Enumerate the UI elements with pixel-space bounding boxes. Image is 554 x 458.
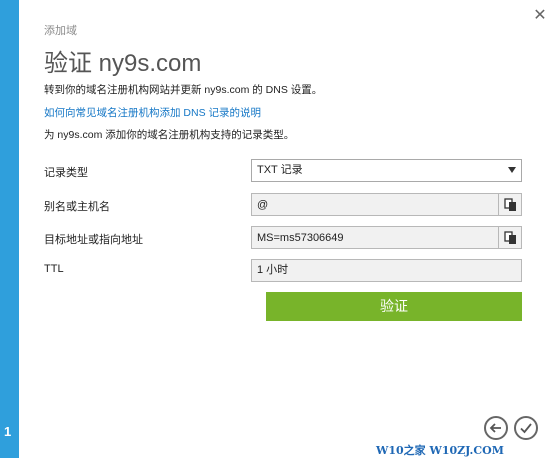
dropdown-arrow-icon — [508, 167, 516, 173]
page-title: 验证 ny9s.com — [44, 50, 202, 77]
checkmark-icon — [520, 423, 532, 434]
confirm-button[interactable] — [514, 416, 538, 440]
record-type-value: TXT 记录 — [257, 164, 303, 176]
back-arrow-icon — [489, 423, 501, 433]
copy-icon — [504, 198, 516, 211]
copy-icon — [504, 231, 516, 244]
copy-target-button[interactable] — [499, 226, 522, 249]
close-button[interactable]: ✕ — [532, 8, 548, 24]
ttl-label: TTL — [44, 263, 64, 275]
record-type-select[interactable]: TXT 记录 — [251, 159, 522, 182]
copy-alias-button[interactable] — [499, 193, 522, 216]
step-number: 1 — [4, 424, 12, 439]
verify-button[interactable]: 验证 — [266, 292, 522, 321]
dns-help-link[interactable]: 如何向常见域名注册机构添加 DNS 记录的说明 — [44, 105, 261, 120]
dns-instruction: 转到你的域名注册机构网站并更新 ny9s.com 的 DNS 设置。 — [44, 84, 323, 96]
target-field[interactable] — [251, 226, 499, 249]
watermark: W10之家 W10ZJ.COM — [376, 444, 504, 457]
record-type-label: 记录类型 — [44, 167, 88, 179]
alias-field-group — [251, 193, 522, 216]
alias-field[interactable] — [251, 193, 499, 216]
dialog-eyebrow: 添加域 — [44, 25, 77, 37]
target-label: 目标地址或指向地址 — [44, 234, 143, 246]
back-button[interactable] — [484, 416, 508, 440]
alias-label: 别名或主机名 — [44, 201, 110, 213]
step-rail: 1 — [0, 0, 19, 458]
close-icon: ✕ — [533, 7, 547, 24]
record-type-instruction: 为 ny9s.com 添加你的域名注册机构支持的记录类型。 — [44, 129, 295, 141]
target-field-group — [251, 226, 522, 249]
ttl-field[interactable]: 1 小时 — [251, 259, 522, 282]
